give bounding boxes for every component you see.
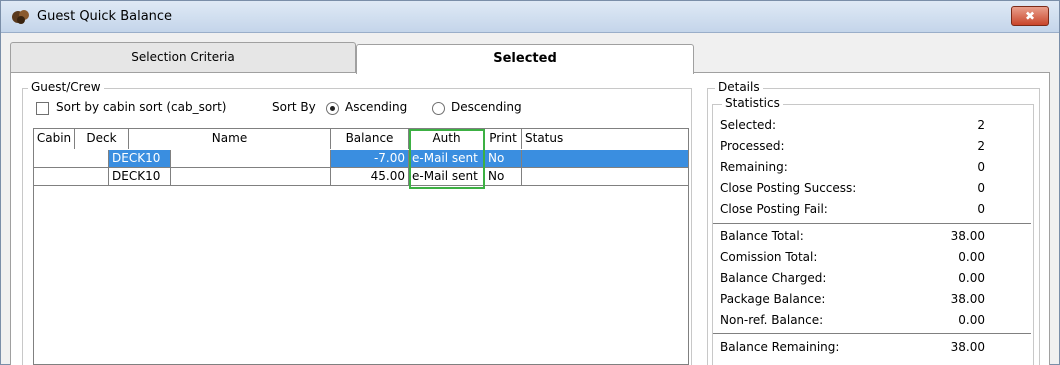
statistics-legend: Statistics — [722, 96, 783, 110]
cell-print: No — [485, 150, 522, 168]
window-title: Guest Quick Balance — [37, 9, 173, 24]
cell-balance: 45.00 — [331, 168, 409, 186]
non-ref-balance: Non-ref. Balance: 0.00 — [720, 313, 985, 333]
sort-cabin-label[interactable]: Sort by cabin sort (cab_sort) — [56, 100, 226, 114]
stat-label: Close Posting Success: — [720, 181, 857, 195]
grid-header: Cabin Deck Name Balance Auth Print Statu… — [34, 129, 688, 149]
balance-total: Balance Total: 38.00 — [720, 229, 985, 249]
stat-label: Remaining: — [720, 160, 788, 174]
title-bar: Guest Quick Balance ✖ — [1, 1, 1059, 33]
stat-separator — [713, 223, 1031, 224]
cell-deck: DECK10 — [109, 168, 171, 186]
cell-cabin — [34, 150, 109, 168]
cell-balance: -7.00 — [331, 150, 409, 168]
stat-label: Balance Total: — [720, 229, 804, 243]
stat-value: 0.00 — [958, 271, 985, 285]
table-row[interactable]: DECK10 45.00 e-Mail sent No — [34, 168, 688, 186]
balance-charged: Balance Charged: 0.00 — [720, 271, 985, 291]
stat-value: 0.00 — [958, 250, 985, 264]
col-header-status[interactable]: Status — [522, 129, 688, 149]
tab-selection-criteria[interactable]: Selection Criteria — [10, 42, 356, 72]
balance-separator — [713, 333, 1031, 334]
stat-value: 2 — [977, 118, 985, 132]
stat-close-posting-success: Close Posting Success: 0 — [720, 181, 985, 201]
app-icon — [12, 10, 29, 24]
table-row[interactable]: DECK10 -7.00 e-Mail sent No — [34, 150, 688, 168]
stat-value: 2 — [977, 139, 985, 153]
col-header-balance[interactable]: Balance — [331, 129, 409, 149]
cell-name — [171, 150, 331, 168]
stat-close-posting-fail: Close Posting Fail: 0 — [720, 202, 985, 222]
package-balance: Package Balance: 38.00 — [720, 292, 985, 312]
cell-print: No — [485, 168, 522, 186]
col-header-print[interactable]: Print — [485, 129, 522, 149]
cell-status — [522, 168, 688, 186]
stat-label: Package Balance: — [720, 292, 826, 306]
sort-by-label: Sort By — [272, 100, 316, 114]
ascending-label[interactable]: Ascending — [345, 100, 407, 114]
stat-label: Non-ref. Balance: — [720, 313, 824, 327]
stat-label: Comission Total: — [720, 250, 818, 264]
stat-label: Selected: — [720, 118, 777, 132]
stat-selected: Selected: 2 — [720, 118, 985, 138]
stat-value: 0 — [977, 160, 985, 174]
stat-value: 38.00 — [950, 340, 985, 354]
ascending-radio[interactable] — [326, 102, 339, 115]
stat-label: Processed: — [720, 139, 785, 153]
col-header-deck[interactable]: Deck — [75, 129, 129, 149]
details-legend: Details — [715, 80, 763, 94]
guest-crew-legend: Guest/Crew — [28, 80, 104, 94]
stat-value: 38.00 — [950, 229, 985, 243]
stat-label: Close Posting Fail: — [720, 202, 828, 216]
auth-column-highlight — [409, 129, 485, 189]
stat-value: 0 — [977, 202, 985, 216]
descending-label[interactable]: Descending — [451, 100, 522, 114]
cell-cabin — [34, 168, 109, 186]
cell-deck: DECK10 — [109, 150, 171, 168]
stat-label: Balance Remaining: — [720, 340, 840, 354]
stat-label: Balance Charged: — [720, 271, 827, 285]
stat-value: 38.00 — [950, 292, 985, 306]
stat-processed: Processed: 2 — [720, 139, 985, 159]
cell-status — [522, 150, 688, 168]
sort-cabin-checkbox[interactable] — [36, 102, 49, 115]
tab-strip-line — [702, 72, 1038, 73]
close-button[interactable]: ✖ — [1011, 6, 1049, 26]
descending-radio[interactable] — [432, 102, 445, 115]
col-header-cabin[interactable]: Cabin — [34, 129, 75, 149]
guest-grid[interactable]: Cabin Deck Name Balance Auth Print Statu… — [33, 128, 689, 365]
cell-name — [171, 168, 331, 186]
balance-remaining: Balance Remaining: 38.00 — [720, 340, 985, 360]
tab-selected[interactable]: Selected — [356, 44, 694, 74]
stat-remaining: Remaining: 0 — [720, 160, 985, 180]
stat-value: 0.00 — [958, 313, 985, 327]
comission-total: Comission Total: 0.00 — [720, 250, 985, 270]
col-header-name[interactable]: Name — [129, 129, 331, 149]
stat-value: 0 — [977, 181, 985, 195]
